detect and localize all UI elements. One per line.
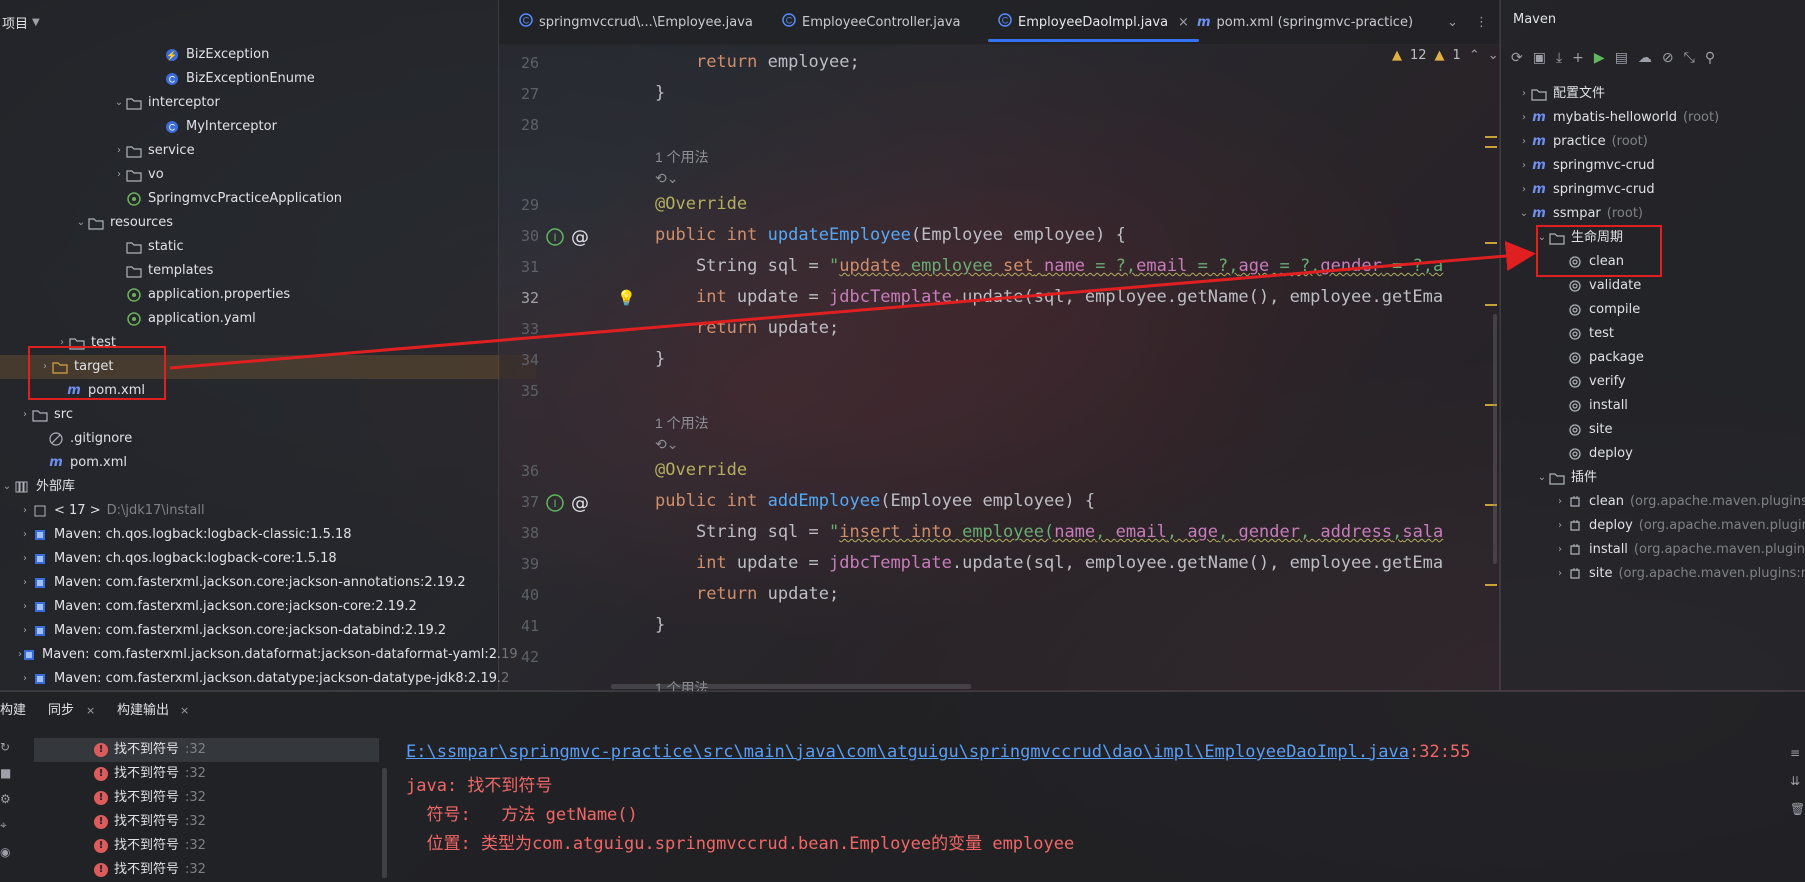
annotation-arrow bbox=[169, 241, 1536, 370]
